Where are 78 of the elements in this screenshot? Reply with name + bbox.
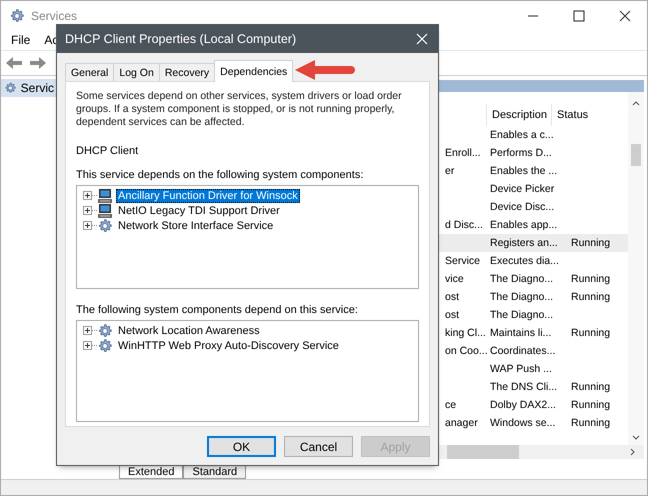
- scroll-thumb[interactable]: [631, 144, 641, 166]
- table-cell: The Diagno...: [490, 291, 554, 303]
- expand-icon[interactable]: [83, 206, 92, 215]
- table-cell: Running: [571, 291, 610, 303]
- forward-arrow-icon[interactable]: [29, 56, 47, 70]
- table-cell: vice: [445, 273, 464, 285]
- table-cell: Enables the ...: [490, 165, 558, 177]
- table-cell: anager: [445, 417, 478, 429]
- description-text: Some services depend on other services, system drivers or load order groups. If a system component is stopped, or is not running properly, dependent services can be affected.: [76, 90, 403, 129]
- table-cell: Executes dia...: [490, 255, 559, 267]
- table-cell: Dolby DAX2...: [490, 399, 556, 411]
- tab[interactable]: Recovery: [158, 63, 216, 81]
- scroll-thumb[interactable]: [447, 445, 519, 459]
- expand-icon[interactable]: [83, 191, 92, 200]
- view-tab[interactable]: Extended: [119, 466, 184, 479]
- gear-icon: [97, 322, 113, 338]
- window-title: Services: [31, 8, 78, 22]
- tab[interactable]: Log On: [113, 63, 160, 81]
- computer-icon: [97, 188, 113, 204]
- dialog-button[interactable]: Cancel: [284, 436, 353, 457]
- table-cell: Service: [445, 255, 480, 267]
- table-cell: Coordinates...: [490, 345, 556, 357]
- table-cell: Performs D...: [490, 147, 552, 159]
- back-arrow-icon[interactable]: [5, 56, 23, 70]
- section-label: This service depends on the following system components:: [76, 169, 364, 181]
- service-name: DHCP Client: [76, 145, 140, 157]
- table-cell: WAP Push ...: [490, 363, 552, 375]
- table-cell: d Disc...: [445, 219, 483, 231]
- gear-icon: [97, 218, 113, 234]
- tree-item[interactable]: Ancillary Function Driver for Winsock: [116, 188, 300, 202]
- scroll-right-icon[interactable]: [630, 448, 636, 456]
- tree-item[interactable]: Network Location Awareness: [116, 324, 262, 338]
- tree-item[interactable]: Network Store Interface Service: [116, 218, 276, 232]
- table-cell: Maintains li...: [490, 327, 552, 339]
- table-cell: Running: [571, 417, 610, 429]
- column-header[interactable]: Description: [486, 104, 551, 126]
- expand-icon[interactable]: [83, 341, 92, 350]
- table-cell: er: [445, 165, 454, 177]
- column-header[interactable]: Status: [551, 104, 588, 126]
- gear-icon: [97, 338, 113, 354]
- table-cell: Enables app...: [490, 219, 558, 231]
- close-icon[interactable]: [619, 10, 631, 22]
- dialog-button[interactable]: OK: [207, 436, 276, 457]
- section-label: The following system components depend on this service:: [76, 304, 359, 316]
- computer-icon: [97, 202, 113, 218]
- table-cell: Running: [571, 327, 610, 339]
- table-cell: The DNS Cli...: [490, 381, 558, 393]
- table-cell: king Cl...: [445, 327, 486, 339]
- table-cell: ost: [445, 309, 460, 321]
- table-cell: on Coo...: [445, 345, 488, 357]
- table-cell: Running: [571, 399, 610, 411]
- gear-icon: [9, 8, 25, 24]
- table-cell: Running: [571, 273, 610, 285]
- scroll-down-icon[interactable]: [632, 435, 640, 441]
- table-cell: Enroll...: [445, 147, 481, 159]
- table-cell: Running: [571, 237, 610, 249]
- table-cell: The Diagno...: [490, 273, 554, 285]
- callout-arrow: [293, 58, 355, 82]
- table-cell: Running: [571, 381, 610, 393]
- tab[interactable]: Dependencies: [214, 60, 294, 82]
- table-cell: Registers an...: [490, 237, 558, 249]
- dialog-title: DHCP Client Properties (Local Computer): [65, 32, 296, 46]
- table-cell: ost: [445, 291, 460, 303]
- tab[interactable]: General: [65, 63, 114, 81]
- table-cell: Enables a c...: [490, 129, 554, 141]
- expand-icon[interactable]: [83, 221, 92, 230]
- scrollbar[interactable]: [628, 92, 644, 445]
- menu-item[interactable]: File: [11, 33, 30, 47]
- tree-node[interactable]: Servic: [1, 79, 57, 97]
- table-cell: Windows se...: [490, 417, 556, 429]
- scroll-up-icon[interactable]: [632, 100, 640, 106]
- tree-item[interactable]: NetIO Legacy TDI Support Driver: [116, 204, 282, 218]
- tree-item[interactable]: WinHTTP Web Proxy Auto-Discovery Service: [116, 338, 341, 352]
- view-tab[interactable]: Standard: [183, 466, 246, 479]
- table-cell: The Diagno...: [490, 309, 554, 321]
- maximize-icon[interactable]: [573, 10, 585, 22]
- table-cell: ce: [445, 399, 456, 411]
- expand-icon[interactable]: [83, 326, 92, 335]
